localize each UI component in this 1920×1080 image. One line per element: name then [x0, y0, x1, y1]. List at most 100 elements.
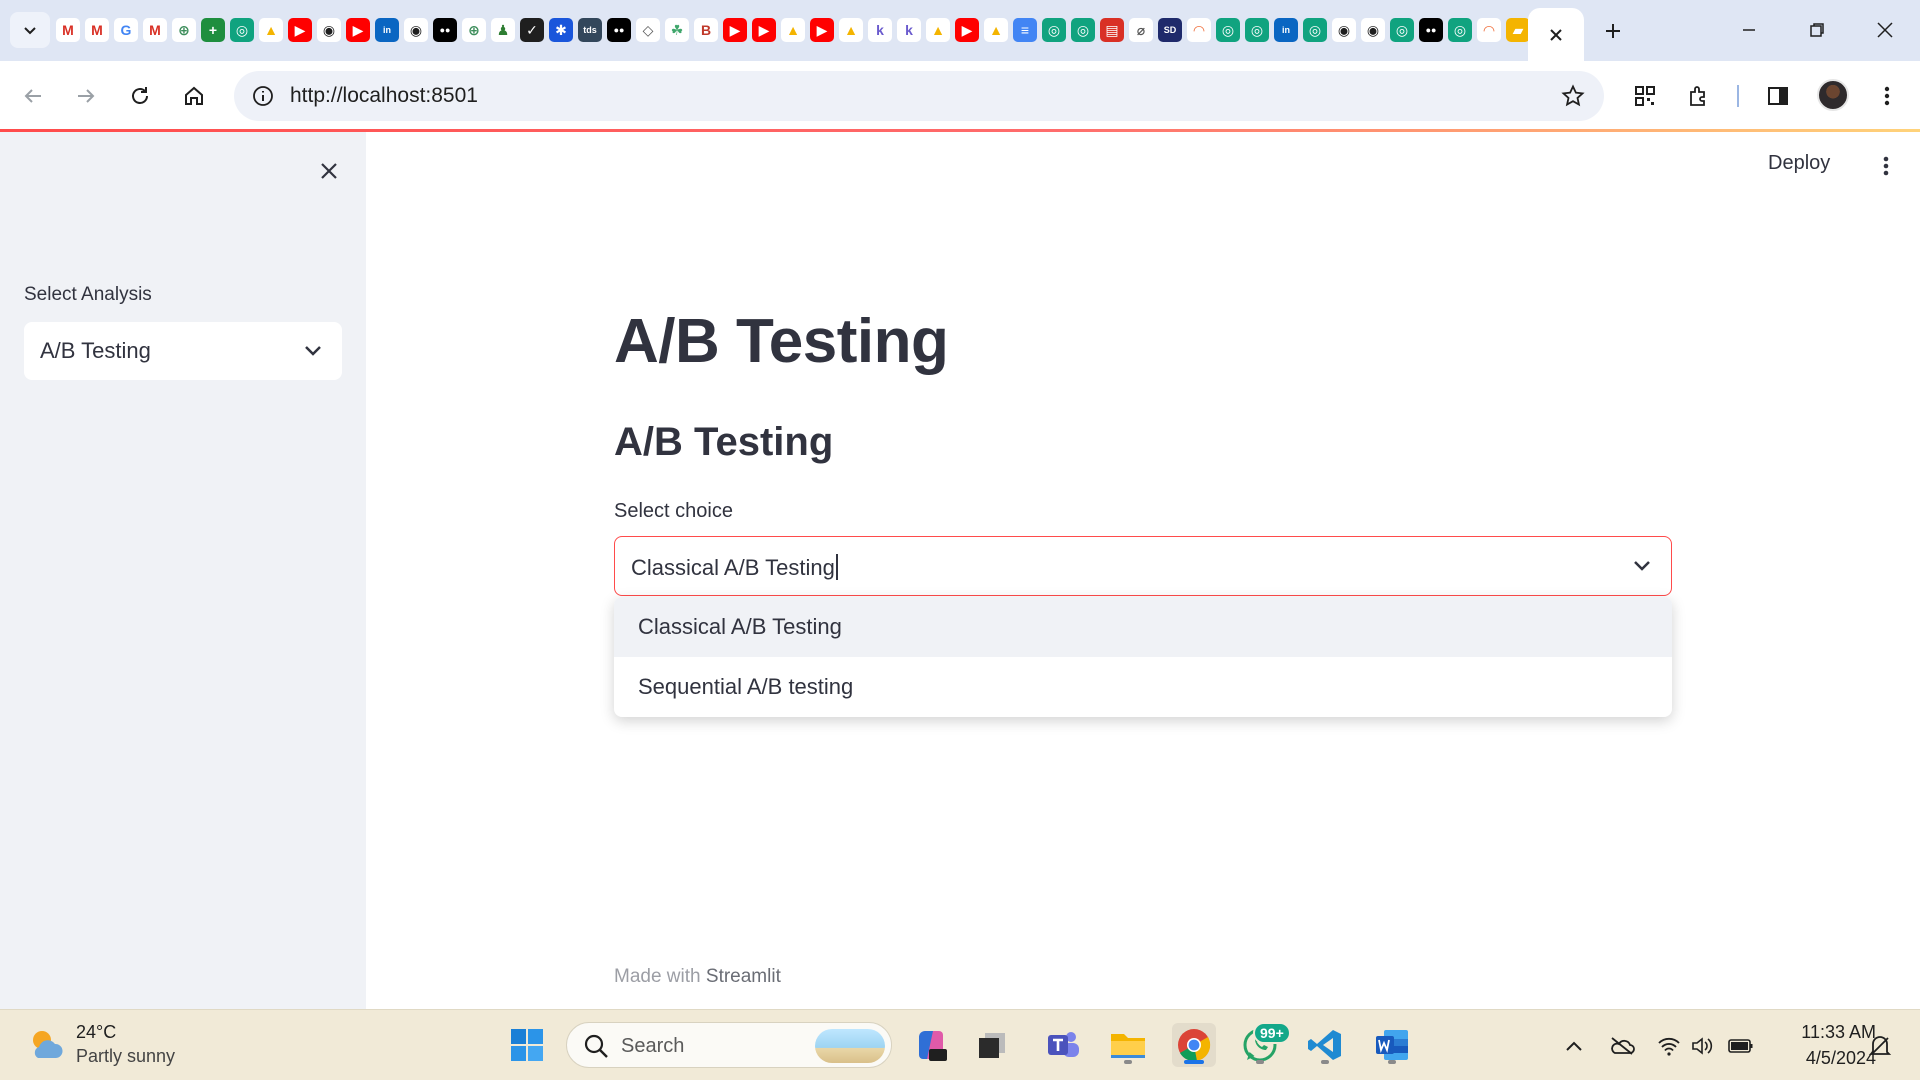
main-menu-button[interactable] — [1870, 150, 1902, 182]
minimize-button[interactable] — [1726, 12, 1772, 48]
chevron-up-icon[interactable] — [1560, 1032, 1588, 1060]
clock-time[interactable]: 11:33 AM — [1776, 1022, 1876, 1043]
book-icon[interactable]: ▰ — [1506, 18, 1530, 42]
youtube-icon[interactable]: ▶ — [955, 18, 979, 42]
youtube-icon[interactable]: ▶ — [752, 18, 776, 42]
select-choice-input[interactable]: Classical A/B Testing — [631, 554, 838, 581]
k-icon[interactable]: k — [897, 18, 921, 42]
side-panel-icon[interactable] — [1760, 78, 1796, 114]
bookmark-icon[interactable]: ◇ — [636, 18, 660, 42]
arc-icon[interactable]: ◠ — [1477, 18, 1501, 42]
docs-icon[interactable]: ≡ — [1013, 18, 1037, 42]
bookmark-star-icon[interactable] — [1558, 81, 1588, 111]
youtube-icon[interactable]: ▶ — [346, 18, 370, 42]
volume-icon[interactable] — [1688, 1032, 1716, 1060]
github-icon[interactable]: ◉ — [404, 18, 428, 42]
chrome-icon[interactable] — [1172, 1023, 1216, 1067]
drive-icon[interactable]: ▲ — [839, 18, 863, 42]
globe-icon[interactable]: ⊕ — [462, 18, 486, 42]
deploy-button[interactable]: Deploy — [1768, 152, 1830, 175]
medium-icon[interactable]: ●● — [607, 18, 631, 42]
wifi-icon[interactable] — [1655, 1032, 1683, 1060]
forward-button[interactable] — [67, 77, 105, 115]
new-tab-button[interactable] — [1596, 14, 1630, 48]
clock-date[interactable]: 4/5/2024 — [1776, 1048, 1876, 1069]
drive-icon[interactable]: ▲ — [259, 18, 283, 42]
reload-button[interactable] — [121, 77, 159, 115]
drive-icon[interactable]: ▲ — [984, 18, 1008, 42]
medium-icon[interactable]: ●● — [433, 18, 457, 42]
github-icon[interactable]: ◉ — [317, 18, 341, 42]
select-analysis-dropdown[interactable]: A/B Testing — [24, 322, 342, 380]
home-button[interactable] — [175, 77, 213, 115]
notifications-icon[interactable] — [1866, 1032, 1894, 1060]
copilot-icon[interactable] — [909, 1023, 953, 1067]
gmail-icon[interactable]: M — [56, 18, 80, 42]
select-choice-dropdown[interactable]: Classical A/B Testing — [614, 536, 1672, 596]
youtube-icon[interactable]: ▶ — [723, 18, 747, 42]
address-bar[interactable]: http://localhost:8501 — [234, 71, 1604, 121]
arc-icon[interactable]: ◠ — [1187, 18, 1211, 42]
partly-sunny-icon[interactable] — [26, 1024, 66, 1064]
back-button[interactable] — [14, 77, 52, 115]
teams-icon[interactable] — [1041, 1023, 1085, 1067]
leaf-icon[interactable]: ☘ — [665, 18, 689, 42]
collapse-sidebar-button[interactable] — [312, 154, 346, 188]
pdf-icon[interactable]: ▤ — [1100, 18, 1124, 42]
person-icon[interactable]: ♟ — [491, 18, 515, 42]
url-text[interactable]: http://localhost:8501 — [290, 84, 478, 108]
active-tab[interactable] — [1528, 8, 1584, 61]
globe-icon[interactable]: ⊕ — [172, 18, 196, 42]
close-window-button[interactable] — [1862, 12, 1908, 48]
gmail-icon[interactable]: M — [143, 18, 167, 42]
v-icon[interactable]: ✓ — [520, 18, 544, 42]
tab-search-button[interactable] — [10, 12, 50, 48]
chatgpt-icon[interactable]: ◎ — [230, 18, 254, 42]
site-info-icon[interactable] — [248, 81, 278, 111]
chatgpt-icon[interactable]: ◎ — [1216, 18, 1240, 42]
blue-icon[interactable]: ✱ — [549, 18, 573, 42]
github-icon[interactable]: ◉ — [1332, 18, 1356, 42]
restore-button[interactable] — [1794, 12, 1840, 48]
task-view-icon[interactable] — [970, 1023, 1014, 1067]
youtube-icon[interactable]: ▶ — [810, 18, 834, 42]
linkedin-icon[interactable]: in — [375, 18, 399, 42]
weather-condition[interactable]: Partly sunny — [76, 1046, 175, 1067]
chatgpt-icon[interactable]: ◎ — [1245, 18, 1269, 42]
b-icon[interactable]: B — [694, 18, 718, 42]
github-icon[interactable]: ◉ — [1361, 18, 1385, 42]
profile-avatar[interactable] — [1817, 79, 1849, 111]
sheets-icon[interactable]: + — [201, 18, 225, 42]
option-classical[interactable]: Classical A/B Testing — [614, 597, 1672, 657]
medium-icon[interactable]: ●● — [1419, 18, 1443, 42]
gmail-icon[interactable]: M — [85, 18, 109, 42]
start-button[interactable] — [505, 1023, 549, 1067]
linkedin-icon[interactable]: in — [1274, 18, 1298, 42]
streamlit-link[interactable]: Streamlit — [706, 966, 781, 987]
chatgpt-icon[interactable]: ◎ — [1071, 18, 1095, 42]
chevron-down-icon[interactable] — [1631, 555, 1653, 577]
tds-icon[interactable]: tds — [578, 18, 602, 42]
google-icon[interactable]: G — [114, 18, 138, 42]
onedrive-offline-icon[interactable] — [1608, 1032, 1636, 1060]
weather-temperature[interactable]: 24°C — [76, 1022, 116, 1043]
chatgpt-icon[interactable]: ◎ — [1448, 18, 1472, 42]
extensions-icon[interactable] — [1681, 78, 1717, 114]
drive-icon[interactable]: ▲ — [781, 18, 805, 42]
youtube-icon[interactable]: ▶ — [288, 18, 312, 42]
browser-menu-icon[interactable] — [1869, 78, 1905, 114]
vscode-icon[interactable] — [1303, 1023, 1347, 1067]
chatgpt-icon[interactable]: ◎ — [1042, 18, 1066, 42]
qr-code-icon[interactable] — [1627, 78, 1663, 114]
close-tab-icon[interactable] — [1548, 27, 1564, 43]
battery-charging-icon[interactable] — [1727, 1032, 1755, 1060]
k-icon[interactable]: k — [868, 18, 892, 42]
word-icon[interactable] — [1370, 1023, 1414, 1067]
chatgpt-icon[interactable]: ◎ — [1303, 18, 1327, 42]
drive-icon[interactable]: ▲ — [926, 18, 950, 42]
chatgpt-icon[interactable]: ◎ — [1390, 18, 1414, 42]
compass-icon[interactable]: ⌀ — [1129, 18, 1153, 42]
option-sequential[interactable]: Sequential A/B testing — [614, 657, 1672, 717]
taskbar-search[interactable]: Search — [566, 1022, 892, 1068]
file-explorer-icon[interactable] — [1106, 1023, 1150, 1067]
